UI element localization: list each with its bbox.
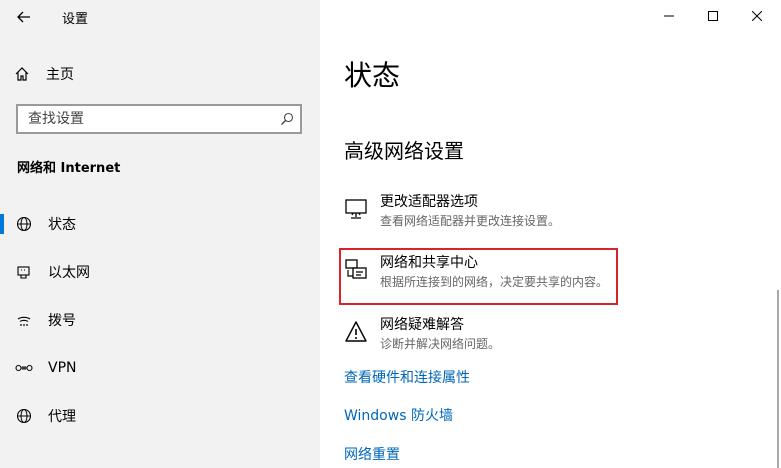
network-troubleshooter[interactable]: 网络疑难解答 诊断并解决网络问题。 <box>342 316 624 353</box>
sidebar-item-vpn[interactable]: VPN <box>0 348 320 388</box>
setting-description: 查看网络适配器并更改连接设置。 <box>380 214 561 228</box>
search-input[interactable] <box>18 110 274 128</box>
app-title: 设置 <box>62 12 89 27</box>
setting-description: 诊断并解决网络问题。 <box>380 337 501 351</box>
change-adapter-options[interactable]: 更改适配器选项 查看网络适配器并更改连接设置。 <box>342 193 624 230</box>
maximize-button[interactable] <box>690 0 736 32</box>
sharing-center-icon <box>342 254 370 291</box>
scrollbar[interactable] <box>777 290 779 468</box>
ethernet-icon <box>14 264 34 280</box>
maximize-icon <box>708 11 718 21</box>
setting-description: 根据所连接到的网络，决定要共享的内容。 <box>380 275 609 289</box>
globe-icon <box>14 408 34 424</box>
minimize-icon <box>664 15 674 17</box>
sidebar-item-ethernet[interactable]: 以太网 <box>0 252 320 292</box>
minimize-button[interactable] <box>646 0 692 32</box>
adapter-icon <box>342 193 370 230</box>
view-hardware-properties-link[interactable]: 查看硬件和连接属性 <box>344 367 470 387</box>
sidebar-item-label: VPN <box>48 360 77 376</box>
home-label: 主页 <box>46 67 74 83</box>
dialup-icon <box>14 312 34 328</box>
advanced-network-settings-heading: 高级网络设置 <box>344 139 464 163</box>
sidebar-item-proxy[interactable]: 代理 <box>0 396 320 436</box>
sidebar-item-label: 状态 <box>48 217 76 233</box>
back-arrow-icon <box>17 11 30 23</box>
close-button[interactable] <box>734 0 780 32</box>
back-button[interactable] <box>12 6 36 28</box>
main-content: 状态 ​ 高级网络设置 更改适配器选项 查看网络适配器并更改连接设置。 网络和共… <box>320 0 781 468</box>
sidebar-item-label: 代理 <box>48 409 76 425</box>
search-box[interactable] <box>16 104 302 134</box>
setting-title: 更改适配器选项 <box>380 194 478 210</box>
network-reset-link[interactable]: 网络重置 <box>344 444 400 464</box>
home-nav-item[interactable]: 主页 <box>14 60 304 88</box>
close-icon <box>752 11 762 21</box>
page-title: 状态 <box>344 59 401 92</box>
search-icon[interactable] <box>274 112 300 126</box>
sidebar-item-status[interactable]: 状态 <box>0 204 320 244</box>
home-icon <box>15 67 29 81</box>
vpn-icon <box>14 362 34 374</box>
sidebar-item-dialup[interactable]: 拨号 <box>0 300 320 340</box>
sidebar-item-label: 以太网 <box>48 265 90 281</box>
sidebar: 设置 主页 网络和 Internet 状态 以太网 拨号 VPN <box>0 0 320 468</box>
globe-icon <box>14 216 34 232</box>
windows-firewall-link[interactable]: Windows 防火墙 <box>344 405 453 425</box>
setting-title: 网络和共享中心 <box>380 255 478 271</box>
network-sharing-center[interactable]: 网络和共享中心 根据所连接到的网络，决定要共享的内容。 <box>342 254 624 291</box>
clipped-text-line: ​ <box>400 92 502 99</box>
sidebar-item-label: 拨号 <box>48 313 76 329</box>
setting-title: 网络疑难解答 <box>380 317 464 333</box>
warning-icon <box>342 316 370 353</box>
section-title: 网络和 Internet <box>17 161 121 176</box>
